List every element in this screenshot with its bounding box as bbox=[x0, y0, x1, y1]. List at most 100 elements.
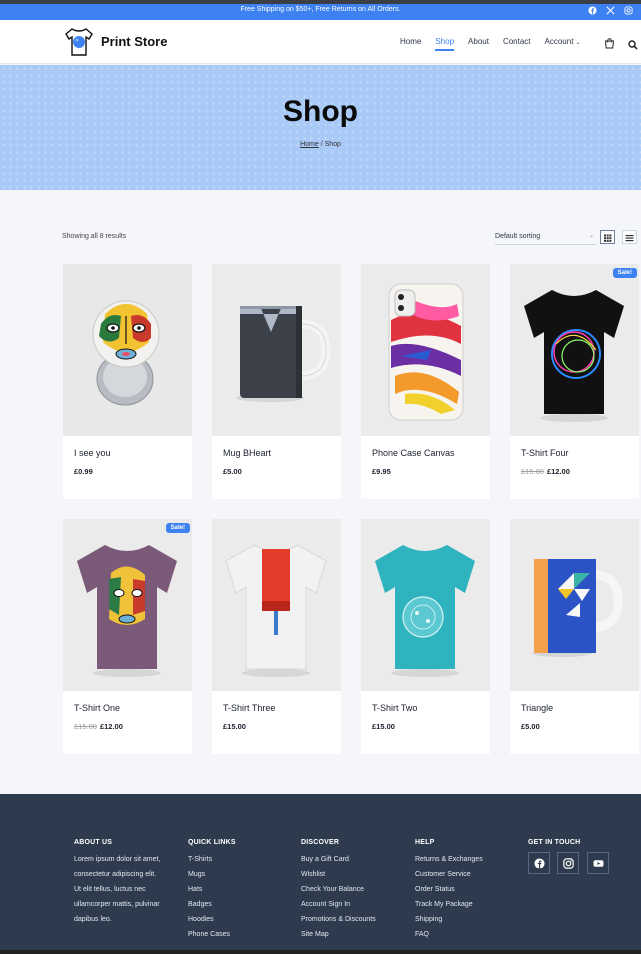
product-card-t-shirt-three[interactable]: T-Shirt Three £15.00 bbox=[212, 519, 341, 754]
product-name[interactable]: T-Shirt Three bbox=[223, 703, 275, 713]
product-price: £15.00 £12.00 bbox=[521, 467, 570, 476]
product-image-tshirt-purple[interactable] bbox=[63, 519, 192, 691]
x-icon[interactable] bbox=[606, 6, 615, 17]
product-price: £9.95 bbox=[372, 467, 391, 476]
product-card-phone-case-canvas[interactable]: Phone Case Canvas £9.95 bbox=[361, 264, 490, 499]
current-price: £5.00 bbox=[223, 467, 242, 476]
product-name[interactable]: Triangle bbox=[521, 703, 553, 713]
nav-account-label: Account bbox=[544, 37, 574, 46]
instagram-icon[interactable] bbox=[557, 852, 580, 874]
announcement-bar: Free Shipping on $50+, Free Returns on A… bbox=[0, 4, 641, 20]
current-price: £15.00 bbox=[372, 722, 395, 731]
footer-link-faq[interactable]: FAQ bbox=[415, 927, 483, 942]
footer-link-sign-in[interactable]: Account Sign In bbox=[301, 897, 376, 912]
footer-link-gift-card[interactable]: Buy a Gift Card bbox=[301, 852, 376, 867]
breadcrumb: Home / Shop bbox=[0, 141, 641, 148]
current-price: £0.99 bbox=[74, 467, 93, 476]
footer-link-hats[interactable]: Hats bbox=[188, 882, 236, 897]
footer-about-text: Lorem ipsum dolor sit amet, consectetur … bbox=[74, 856, 161, 923]
page-title: Shop bbox=[283, 95, 358, 128]
nav-home[interactable]: Home bbox=[400, 37, 421, 51]
footer-link-badges[interactable]: Badges bbox=[188, 897, 236, 912]
footer-heading: ABOUT US bbox=[74, 839, 113, 846]
product-name[interactable]: Mug BHeart bbox=[223, 448, 271, 458]
product-image-tshirt-teal[interactable] bbox=[361, 519, 490, 691]
announcement-text: Free Shipping on $50+, Free Returns on A… bbox=[240, 6, 401, 13]
sale-badge: Sale! bbox=[612, 268, 637, 278]
product-name[interactable]: T-Shirt Two bbox=[372, 703, 417, 713]
logo-tshirt-icon[interactable] bbox=[62, 25, 96, 59]
product-card-t-shirt-one[interactable]: Sale! T-Shirt One £15.00 £12.00 bbox=[63, 519, 192, 754]
product-price: £5.00 bbox=[223, 467, 242, 476]
product-card-t-shirt-four[interactable]: Sale! T-Shirt Four £15.00 £12.00 bbox=[510, 264, 639, 499]
product-card-t-shirt-two[interactable]: T-Shirt Two £15.00 bbox=[361, 519, 490, 754]
product-price: £15.00 bbox=[223, 722, 246, 731]
site-header: Print Store Home Shop About Contact Acco… bbox=[0, 20, 641, 64]
footer-discover: DISCOVER Buy a Gift Card Wishlist Check … bbox=[301, 839, 376, 942]
sort-select[interactable]: Default sorting ⌄ bbox=[495, 230, 596, 245]
shop-hero: Shop Home / Shop bbox=[0, 65, 641, 190]
nav-about[interactable]: About bbox=[468, 37, 489, 51]
product-image-tshirt-black[interactable] bbox=[510, 264, 639, 436]
footer-link-order-status[interactable]: Order Status bbox=[415, 882, 483, 897]
facebook-icon[interactable] bbox=[588, 6, 597, 17]
product-image-badge[interactable] bbox=[63, 264, 192, 436]
product-name[interactable]: I see you bbox=[74, 448, 111, 458]
breadcrumb-current: / Shop bbox=[318, 141, 341, 148]
footer-link-wishlist[interactable]: Wishlist bbox=[301, 867, 376, 882]
footer-link-shipping[interactable]: Shipping bbox=[415, 912, 483, 927]
footer-link-site-map[interactable]: Site Map bbox=[301, 927, 376, 942]
search-icon[interactable] bbox=[628, 37, 638, 50]
product-name[interactable]: T-Shirt Four bbox=[521, 448, 569, 458]
product-name[interactable]: T-Shirt One bbox=[74, 703, 120, 713]
footer-link-returns[interactable]: Returns & Exchanges bbox=[415, 852, 483, 867]
footer-heading: DISCOVER bbox=[301, 839, 340, 846]
product-name[interactable]: Phone Case Canvas bbox=[372, 448, 455, 458]
instagram-icon[interactable] bbox=[624, 6, 633, 17]
product-price: £0.99 bbox=[74, 467, 93, 476]
footer-quick-links: QUICK LINKS T-Shirts Mugs Hats Badges Ho… bbox=[188, 839, 236, 942]
product-image-tshirt-white[interactable] bbox=[212, 519, 341, 691]
result-count: Showing all 8 results bbox=[62, 233, 127, 240]
footer-heading: QUICK LINKS bbox=[188, 839, 236, 846]
footer-link-track-package[interactable]: Track My Package bbox=[415, 897, 483, 912]
product-card-triangle[interactable]: Triangle £5.00 bbox=[510, 519, 639, 754]
product-card-mug-bheart[interactable]: Mug BHeart £5.00 bbox=[212, 264, 341, 499]
current-price: £12.00 bbox=[99, 722, 123, 731]
facebook-icon[interactable] bbox=[528, 852, 550, 874]
browser-bottom-strip bbox=[0, 950, 641, 954]
footer-help: HELP Returns & Exchanges Customer Servic… bbox=[415, 839, 483, 942]
current-price: £12.00 bbox=[546, 467, 570, 476]
cart-icon[interactable] bbox=[604, 36, 615, 49]
brand-name[interactable]: Print Store bbox=[101, 34, 167, 49]
footer-link-phone-cases[interactable]: Phone Cases bbox=[188, 927, 236, 942]
announcement-social bbox=[588, 6, 633, 17]
grid-view-icon[interactable] bbox=[600, 230, 615, 244]
product-image-mug-triangle[interactable] bbox=[510, 519, 639, 691]
main-nav: Home Shop About Contact Account ⌄ bbox=[400, 37, 594, 51]
sale-badge: Sale! bbox=[165, 523, 190, 533]
footer-get-in-touch: GET IN TOUCH bbox=[528, 839, 612, 879]
product-price: £15.00 £12.00 bbox=[74, 722, 123, 731]
footer-link-t-shirts[interactable]: T-Shirts bbox=[188, 852, 236, 867]
old-price: £15.00 bbox=[521, 467, 544, 476]
nav-account[interactable]: Account ⌄ bbox=[545, 37, 581, 51]
nav-contact[interactable]: Contact bbox=[503, 37, 531, 51]
footer-link-balance[interactable]: Check Your Balance bbox=[301, 882, 376, 897]
list-view-icon[interactable] bbox=[622, 230, 637, 244]
current-price: £5.00 bbox=[521, 722, 540, 731]
product-price: £5.00 bbox=[521, 722, 540, 731]
breadcrumb-home-link[interactable]: Home bbox=[300, 141, 319, 148]
footer-link-customer-service[interactable]: Customer Service bbox=[415, 867, 483, 882]
chevron-down-icon: ⌄ bbox=[588, 233, 594, 239]
product-image-mug[interactable] bbox=[212, 264, 341, 436]
youtube-icon[interactable] bbox=[586, 852, 609, 874]
sort-selected-value: Default sorting bbox=[495, 233, 541, 240]
nav-shop[interactable]: Shop bbox=[435, 37, 455, 51]
product-card-i-see-you[interactable]: I see you £0.99 bbox=[63, 264, 192, 499]
footer-link-hoodies[interactable]: Hoodies bbox=[188, 912, 236, 927]
footer-link-mugs[interactable]: Mugs bbox=[188, 867, 236, 882]
footer-link-promotions[interactable]: Promotions & Discounts bbox=[301, 912, 376, 927]
product-image-phone-case[interactable] bbox=[361, 264, 490, 436]
current-price: £15.00 bbox=[223, 722, 246, 731]
